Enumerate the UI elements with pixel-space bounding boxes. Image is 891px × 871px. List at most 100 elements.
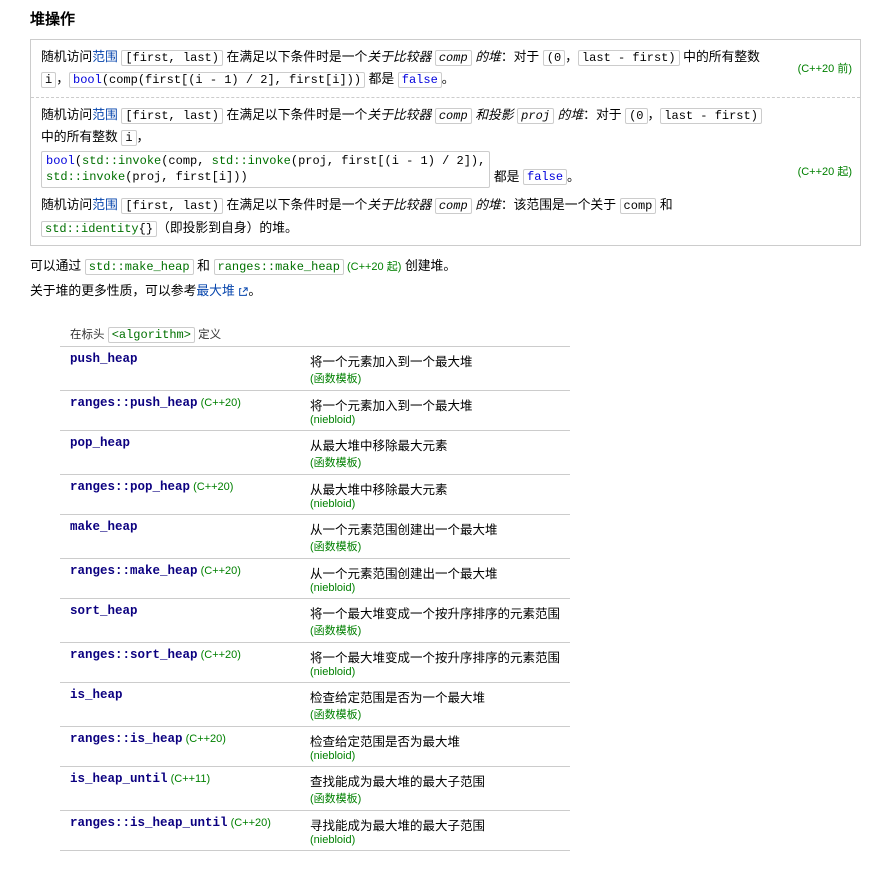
- paragraph: 可以通过 std::make_heap 和 ranges::make_heap …: [30, 256, 861, 277]
- range-link[interactable]: 范围: [92, 49, 118, 64]
- table-row: ranges::push_heap (C++20)将一个元素加入到一个最大堆(n…: [60, 390, 570, 430]
- function-desc: 从最大堆中移除最大元素: [310, 479, 560, 498]
- range-code: [first, last): [121, 108, 223, 124]
- paragraph: 关于堆的更多性质，可以参考最大堆 。: [30, 281, 861, 301]
- function-subdesc: (niebloid): [310, 834, 560, 846]
- text: ，: [56, 71, 69, 86]
- function-subdesc: (函数模板): [310, 538, 560, 554]
- identity-link[interactable]: std::identity: [45, 222, 139, 236]
- ranges-make-heap-code: ranges::make_heap: [214, 259, 344, 275]
- identity-code: std::identity{}: [41, 221, 157, 237]
- close-code: last - first): [660, 108, 762, 124]
- range-code: [first, last): [121, 198, 223, 214]
- function-link[interactable]: is_heap_until: [70, 772, 168, 786]
- function-desc: 将一个元素加入到一个最大堆: [310, 351, 560, 370]
- revision-box: 随机访问范围 [first, last) 在满足以下条件时是一个关于比较器 co…: [30, 39, 861, 246]
- function-link[interactable]: pop_heap: [70, 436, 130, 450]
- text: 在满足以下条件时是一个: [223, 49, 367, 64]
- text: 中的所有整数: [680, 49, 760, 64]
- rev-body-pre20: 随机访问范围 [first, last) 在满足以下条件时是一个关于比较器 co…: [31, 40, 772, 97]
- function-link[interactable]: make_heap: [70, 520, 138, 534]
- text: 随机访问: [41, 197, 92, 212]
- function-subdesc: (niebloid): [310, 582, 560, 594]
- function-desc: 检查给定范围是否为最大堆: [310, 731, 560, 750]
- comp-code: comp: [435, 108, 472, 124]
- version-tag: (C++11): [168, 773, 211, 785]
- version-tag: (C++20): [190, 481, 233, 493]
- function-desc: 将一个最大堆变成一个按升序排序的元素范围: [310, 647, 560, 666]
- function-desc: 从一个元素范围创建出一个最大堆: [310, 519, 560, 538]
- function-link[interactable]: ranges::make_heap: [70, 564, 198, 578]
- function-desc: 查找能成为最大堆的最大子范围: [310, 771, 560, 790]
- italic-text: 关于比较器 comp 和投影 proj 的堆: [367, 107, 583, 122]
- function-subdesc: (函数模板): [310, 706, 560, 722]
- italic-text: 关于比较器 comp 的堆: [367, 49, 501, 64]
- table-row: sort_heap将一个最大堆变成一个按升序排序的元素范围(函数模板): [60, 598, 570, 642]
- text: 在满足以下条件时是一个: [223, 197, 367, 212]
- function-desc: 从一个元素范围创建出一个最大堆: [310, 563, 560, 582]
- function-link[interactable]: ranges::sort_heap: [70, 648, 198, 662]
- range-link[interactable]: 范围: [92, 107, 118, 122]
- text: 随机访问: [41, 107, 92, 122]
- open-code: (0: [543, 50, 565, 66]
- text: 都是: [490, 168, 523, 183]
- range-link[interactable]: 范围: [92, 197, 118, 212]
- function-subdesc: (函数模板): [310, 454, 560, 470]
- range-code: [first, last): [121, 50, 223, 66]
- open-code: (0: [625, 108, 647, 124]
- invoke-link[interactable]: std::invoke: [82, 154, 161, 168]
- table-header: 在标头 <algorithm> 定义: [60, 322, 570, 347]
- function-link[interactable]: ranges::pop_heap: [70, 480, 190, 494]
- table-row: ranges::is_heap (C++20)检查给定范围是否为最大堆(nieb…: [60, 726, 570, 766]
- function-link[interactable]: push_heap: [70, 352, 138, 366]
- function-subdesc: (niebloid): [310, 414, 560, 426]
- invoke-link[interactable]: std::invoke: [212, 154, 291, 168]
- text: 。: [442, 71, 455, 86]
- version-tag: (C++20): [198, 397, 241, 409]
- version-tag: (C++20): [228, 817, 271, 829]
- make-heap-link[interactable]: std::make_heap: [89, 260, 190, 274]
- text: ，: [137, 129, 150, 144]
- table-row: push_heap 将一个元素加入到一个最大堆(函数模板): [60, 346, 570, 390]
- version-tag: (C++20): [183, 733, 226, 745]
- function-link[interactable]: ranges::is_heap_until: [70, 816, 228, 830]
- comp-code: comp: [620, 198, 657, 214]
- function-link[interactable]: sort_heap: [70, 604, 138, 618]
- function-link[interactable]: ranges::is_heap: [70, 732, 183, 746]
- comp-code: comp: [435, 198, 472, 214]
- section-heading: 堆操作: [30, 8, 861, 29]
- table-row: ranges::make_heap (C++20)从一个元素范围创建出一个最大堆…: [60, 558, 570, 598]
- italic-text: 关于比较器 comp 的堆: [367, 197, 501, 212]
- text: （即投影到自身）的堆。: [157, 220, 298, 235]
- table-row: make_heap 从一个元素范围创建出一个最大堆(函数模板): [60, 514, 570, 558]
- table-row: pop_heap从最大堆中移除最大元素(函数模板): [60, 430, 570, 474]
- table-row: is_heap检查给定范围是否为一个最大堆(函数模板): [60, 682, 570, 726]
- text: ：对于: [501, 49, 543, 64]
- text: 中的所有整数: [41, 129, 121, 144]
- table-row: ranges::pop_heap (C++20)从最大堆中移除最大元素(nieb…: [60, 474, 570, 514]
- i-code: i: [41, 72, 56, 88]
- make-heap-code: std::make_heap: [85, 259, 194, 275]
- text: 在满足以下条件时是一个: [223, 107, 367, 122]
- text: 和: [656, 197, 672, 212]
- text: 都是: [365, 71, 398, 86]
- ranges-make-heap-link[interactable]: ranges::make_heap: [218, 260, 340, 274]
- text: 。: [567, 168, 580, 183]
- invoke-link[interactable]: std::invoke: [46, 170, 125, 184]
- close-code: last - first): [578, 50, 680, 66]
- max-heap-link[interactable]: 最大堆: [196, 283, 234, 298]
- table-row: is_heap_until (C++11) 查找能成为最大堆的最大子范围(函数模板…: [60, 766, 570, 810]
- rev-tag: (C++20 起): [772, 163, 860, 179]
- table-row: ranges::is_heap_until (C++20)寻找能成为最大堆的最大…: [60, 810, 570, 850]
- function-subdesc: (函数模板): [310, 370, 560, 386]
- table-row: ranges::sort_heap (C++20)将一个最大堆变成一个按升序排序…: [60, 642, 570, 682]
- function-link[interactable]: is_heap: [70, 688, 123, 702]
- text: 随机访问: [41, 49, 92, 64]
- text: ：对于: [583, 107, 625, 122]
- function-subdesc: (niebloid): [310, 666, 560, 678]
- function-subdesc: (函数模板): [310, 790, 560, 806]
- since-tag: (C++20 起): [344, 261, 401, 273]
- function-link[interactable]: ranges::push_heap: [70, 396, 198, 410]
- rev-body-since20: 随机访问范围 [first, last) 在满足以下条件时是一个关于比较器 co…: [31, 98, 772, 245]
- comp-code: comp: [435, 50, 472, 66]
